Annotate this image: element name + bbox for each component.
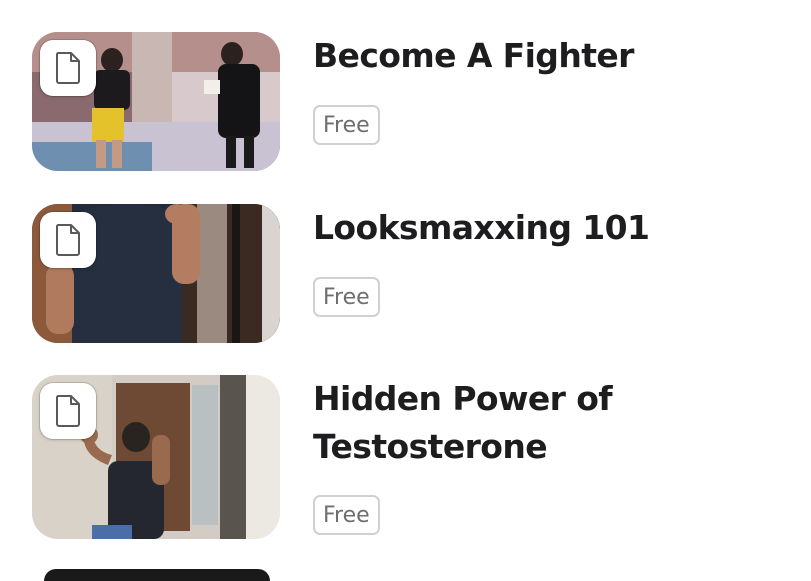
course-item[interactable]: Become A Fighter Free xyxy=(32,32,792,172)
document-icon xyxy=(55,224,80,256)
course-thumbnail[interactable] xyxy=(32,375,280,539)
price-badge: Free xyxy=(313,495,380,535)
next-course-thumbnail-edge[interactable] xyxy=(44,569,270,581)
course-title[interactable]: Looksmaxxing 101 xyxy=(313,204,650,252)
price-badge: Free xyxy=(313,277,380,317)
document-badge xyxy=(40,40,96,96)
course-title-line-2[interactable]: Testosterone xyxy=(313,423,548,471)
course-thumbnail[interactable] xyxy=(32,204,280,343)
course-item[interactable]: Hidden Power of Testosterone Free xyxy=(32,375,792,545)
course-item[interactable]: Looksmaxxing 101 Free xyxy=(32,204,792,344)
document-icon xyxy=(55,395,80,427)
document-badge xyxy=(40,383,96,439)
course-title[interactable]: Become A Fighter xyxy=(313,32,634,80)
document-icon xyxy=(55,52,80,84)
course-thumbnail[interactable] xyxy=(32,32,280,171)
document-badge xyxy=(40,212,96,268)
course-title-line-1[interactable]: Hidden Power of xyxy=(313,375,613,423)
price-badge: Free xyxy=(313,105,380,145)
